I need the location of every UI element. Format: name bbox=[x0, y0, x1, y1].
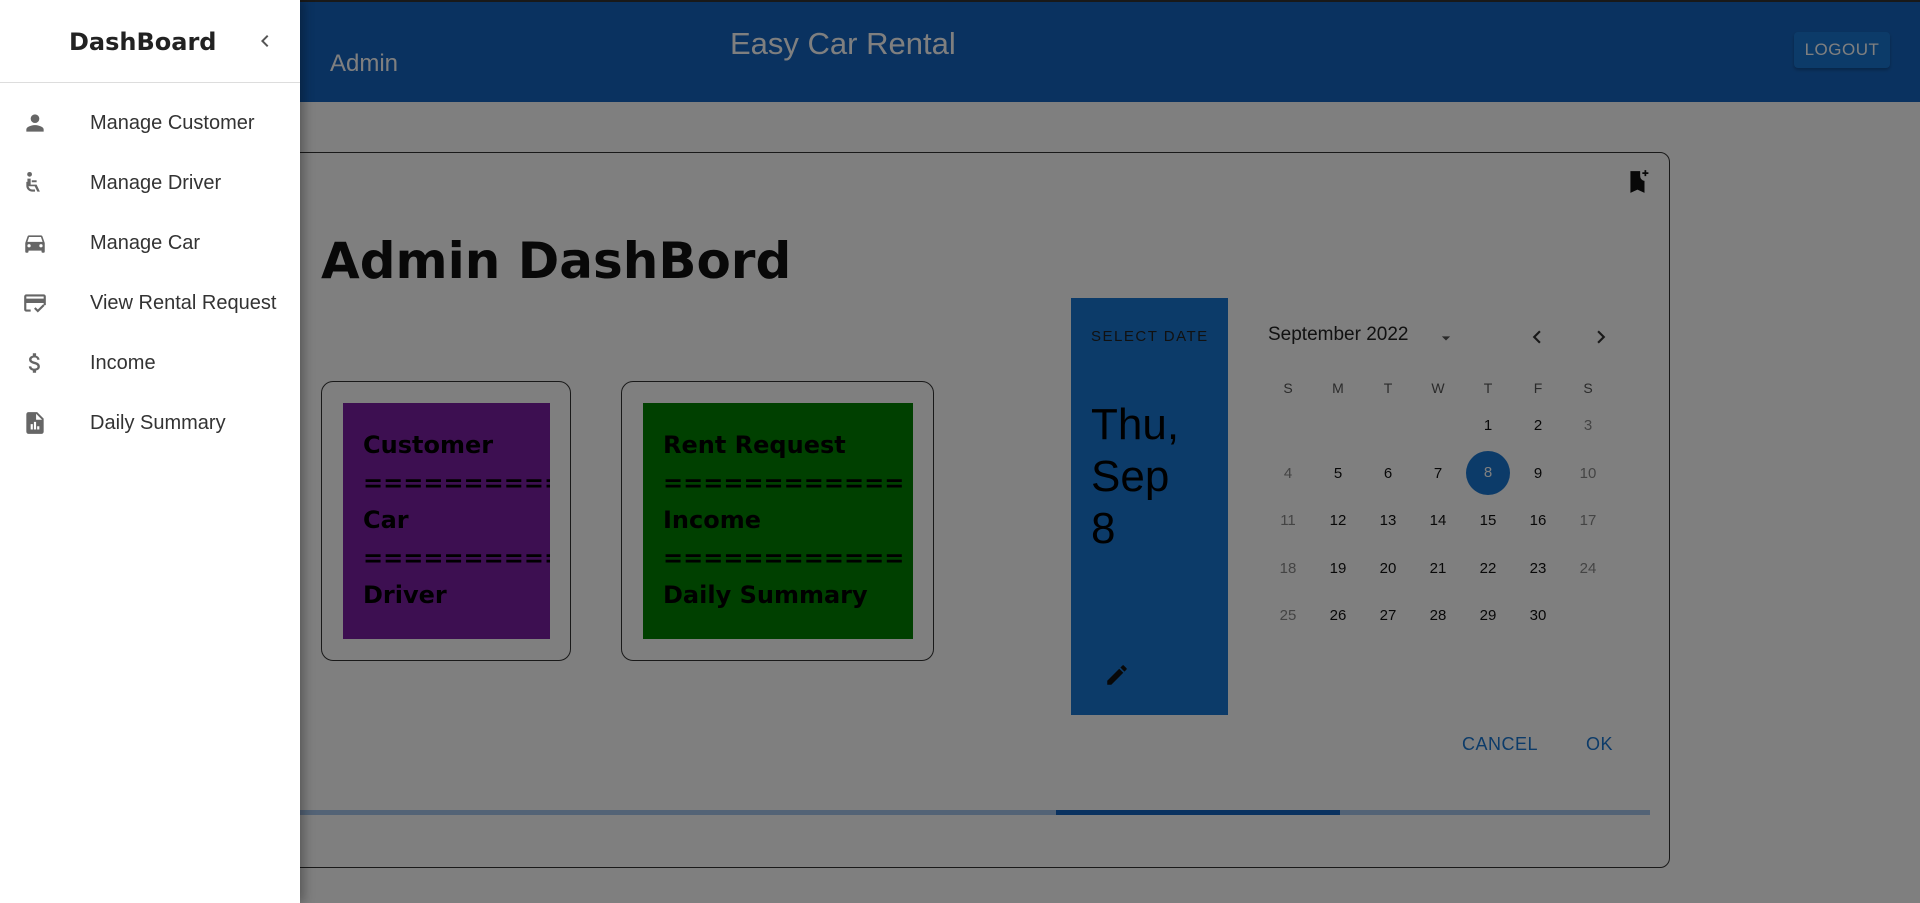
nav-item-manage-driver[interactable]: Manage Driver bbox=[0, 153, 300, 213]
nav-item-manage-car[interactable]: Manage Car bbox=[0, 213, 300, 273]
nav-item-income[interactable]: Income bbox=[0, 333, 300, 393]
drawer-title: DashBoard bbox=[69, 28, 217, 56]
app-root: Admin Easy Car Rental LOGOUT Admin DashB… bbox=[0, 0, 1920, 903]
nav-item-label: Manage Car bbox=[90, 231, 201, 254]
nav-item-view-rental-request[interactable]: View Rental Request bbox=[0, 273, 300, 333]
person-icon bbox=[22, 110, 48, 136]
accessible-icon bbox=[22, 170, 48, 196]
dollar-icon bbox=[22, 350, 48, 376]
nav-item-label: Daily Summary bbox=[90, 411, 226, 434]
drawer-header: DashBoard bbox=[0, 0, 300, 83]
nav-item-label: Manage Driver bbox=[90, 171, 222, 194]
summary-icon bbox=[22, 410, 48, 436]
nav-item-daily-summary[interactable]: Daily Summary bbox=[0, 393, 300, 453]
side-drawer: DashBoard Manage Customer Manage Driver … bbox=[0, 0, 300, 903]
nav-item-label: View Rental Request bbox=[90, 291, 277, 314]
nav-item-label: Income bbox=[90, 351, 156, 374]
nav-item-label: Manage Customer bbox=[90, 111, 255, 134]
chevron-left-icon[interactable] bbox=[253, 29, 277, 53]
nav-item-manage-customer[interactable]: Manage Customer bbox=[0, 93, 300, 153]
car-icon bbox=[22, 230, 48, 256]
credit-score-icon bbox=[22, 290, 48, 316]
